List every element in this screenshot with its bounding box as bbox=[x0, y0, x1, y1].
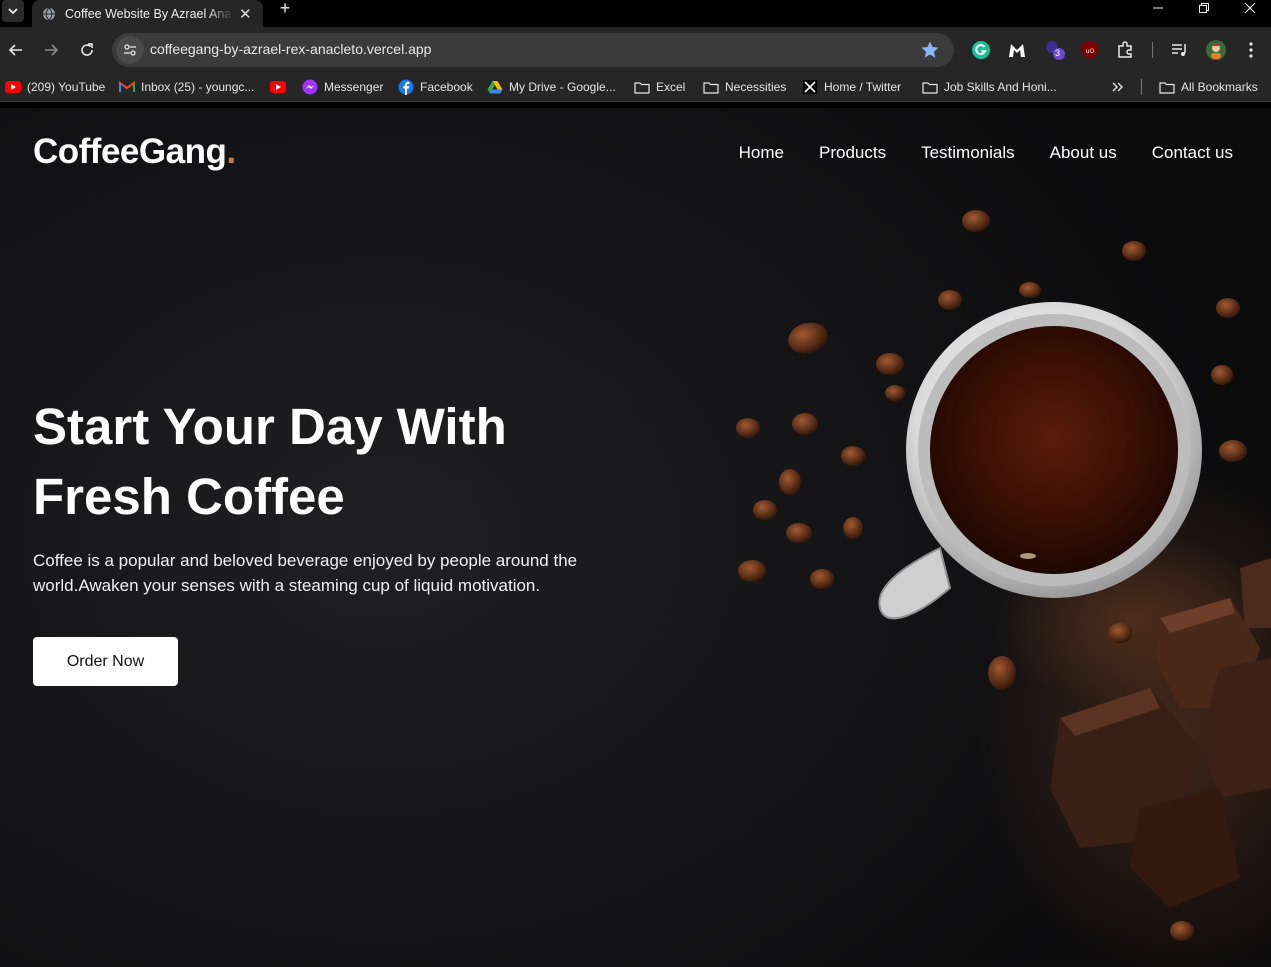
bookmarks-separator bbox=[1141, 79, 1142, 95]
bookmark-youtube-2[interactable] bbox=[270, 79, 292, 95]
google-drive-icon bbox=[487, 79, 503, 95]
bookmarks-overflow-icon[interactable] bbox=[1111, 79, 1125, 95]
bookmark-folder-excel[interactable]: Excel bbox=[634, 79, 685, 95]
messenger-icon bbox=[302, 79, 318, 95]
chevron-down-icon bbox=[8, 8, 18, 15]
site-settings-icon[interactable] bbox=[116, 36, 144, 64]
browser-toolbar: coffeegang-by-azrael-rex-anacleto.vercel… bbox=[0, 27, 1271, 73]
bookmark-label: Job Skills And Honi... bbox=[944, 80, 1057, 94]
grammarly-icon[interactable] bbox=[970, 39, 992, 61]
tab-strip: Coffee Website By Azrael Anacleto ✕ + bbox=[0, 0, 1271, 27]
nav-testimonials[interactable]: Testimonials bbox=[921, 143, 1015, 163]
svg-text:uO: uO bbox=[1086, 48, 1095, 55]
nav-about-us[interactable]: About us bbox=[1050, 143, 1117, 163]
logo-dot: . bbox=[226, 132, 236, 171]
toolbar-separator bbox=[1152, 42, 1153, 58]
bookmark-folder-necessities[interactable]: Necessities bbox=[703, 79, 786, 95]
bookmark-google-drive[interactable]: My Drive - Google... bbox=[487, 79, 616, 95]
bookmark-label: Excel bbox=[656, 80, 686, 94]
back-icon[interactable] bbox=[6, 40, 26, 60]
folder-icon bbox=[1159, 79, 1175, 95]
url-text[interactable]: coffeegang-by-azrael-rex-anacleto.vercel… bbox=[150, 41, 431, 57]
site-logo[interactable]: CoffeeGang. bbox=[33, 132, 236, 172]
close-window-icon[interactable] bbox=[1242, 0, 1258, 16]
address-bar[interactable]: coffeegang-by-azrael-rex-anacleto.vercel… bbox=[112, 33, 954, 67]
reload-icon[interactable] bbox=[77, 40, 97, 60]
restore-icon[interactable] bbox=[1196, 0, 1212, 16]
bookmark-messenger[interactable]: Messenger bbox=[302, 79, 383, 95]
tab-title: Coffee Website By Azrael Anacleto bbox=[65, 6, 233, 21]
extensions-puzzle-icon[interactable] bbox=[1114, 39, 1136, 61]
new-tab-button[interactable]: + bbox=[276, 0, 294, 18]
bookmark-facebook[interactable]: Facebook bbox=[398, 79, 473, 95]
bookmark-label: Necessities bbox=[725, 80, 787, 94]
coffee-cup-image bbox=[736, 210, 1271, 967]
youtube-icon bbox=[270, 79, 286, 95]
bookmark-label: All Bookmarks bbox=[1181, 80, 1258, 94]
media-control-icon[interactable] bbox=[1168, 39, 1190, 61]
bookmark-youtube[interactable]: (209) YouTube bbox=[5, 79, 105, 95]
ublock-icon[interactable]: uO bbox=[1079, 39, 1101, 61]
bookmark-folder-job-skills[interactable]: Job Skills And Honi... bbox=[922, 79, 1057, 95]
nav-contact-us[interactable]: Contact us bbox=[1152, 143, 1233, 163]
youtube-icon bbox=[5, 79, 21, 95]
nav-products[interactable]: Products bbox=[819, 143, 886, 163]
bookmark-label: Facebook bbox=[420, 80, 473, 94]
tab-search-button[interactable] bbox=[2, 0, 24, 22]
hero-title: Start Your Day With Fresh Coffee bbox=[33, 392, 653, 532]
order-now-button[interactable]: Order Now bbox=[33, 637, 178, 686]
extension-badge-count: 3 bbox=[1055, 48, 1061, 58]
browser-tab[interactable]: Coffee Website By Azrael Anacleto ✕ bbox=[32, 0, 263, 27]
bookmarks-bar: (209) YouTube Inbox (25) - youngc... Mes… bbox=[0, 73, 1271, 102]
x-twitter-icon bbox=[802, 79, 818, 95]
hero-description: Coffee is a popular and beloved beverage… bbox=[33, 551, 578, 595]
all-bookmarks-folder[interactable]: All Bookmarks bbox=[1159, 79, 1258, 95]
folder-icon bbox=[922, 79, 938, 95]
bookmark-twitter[interactable]: Home / Twitter bbox=[802, 79, 901, 95]
bookmark-gmail[interactable]: Inbox (25) - youngc... bbox=[119, 79, 254, 95]
folder-icon bbox=[634, 79, 650, 95]
forward-icon[interactable] bbox=[41, 40, 61, 60]
bookmark-label: (209) YouTube bbox=[27, 80, 106, 94]
hero-title-line1: Start Your Day With bbox=[33, 398, 507, 455]
bookmark-label: Messenger bbox=[324, 80, 384, 94]
nav-home[interactable]: Home bbox=[739, 143, 784, 163]
facebook-icon bbox=[398, 79, 414, 95]
folder-icon bbox=[703, 79, 719, 95]
page-viewport: CoffeeGang. Home Products Testimonials A… bbox=[0, 108, 1271, 967]
bookmark-label: My Drive - Google... bbox=[509, 80, 616, 94]
bookmark-label: Inbox (25) - youngc... bbox=[141, 80, 255, 94]
hero-title-line2: Fresh Coffee bbox=[33, 468, 345, 525]
logo-text: CoffeeGang bbox=[33, 132, 227, 171]
profile-avatar-icon[interactable] bbox=[1205, 39, 1227, 61]
malwarebytes-icon[interactable] bbox=[1006, 39, 1028, 61]
main-nav: Home Products Testimonials About us Cont… bbox=[739, 143, 1233, 163]
bookmark-star-icon[interactable] bbox=[920, 40, 940, 60]
globe-icon bbox=[43, 7, 55, 20]
bookmark-label: Home / Twitter bbox=[824, 80, 902, 94]
minimize-icon[interactable] bbox=[1150, 0, 1166, 16]
more-menu-icon[interactable] bbox=[1240, 39, 1262, 61]
close-tab-icon[interactable]: ✕ bbox=[239, 5, 252, 23]
extension-badge-icon[interactable]: 3 bbox=[1044, 39, 1066, 61]
gmail-icon bbox=[119, 79, 135, 95]
